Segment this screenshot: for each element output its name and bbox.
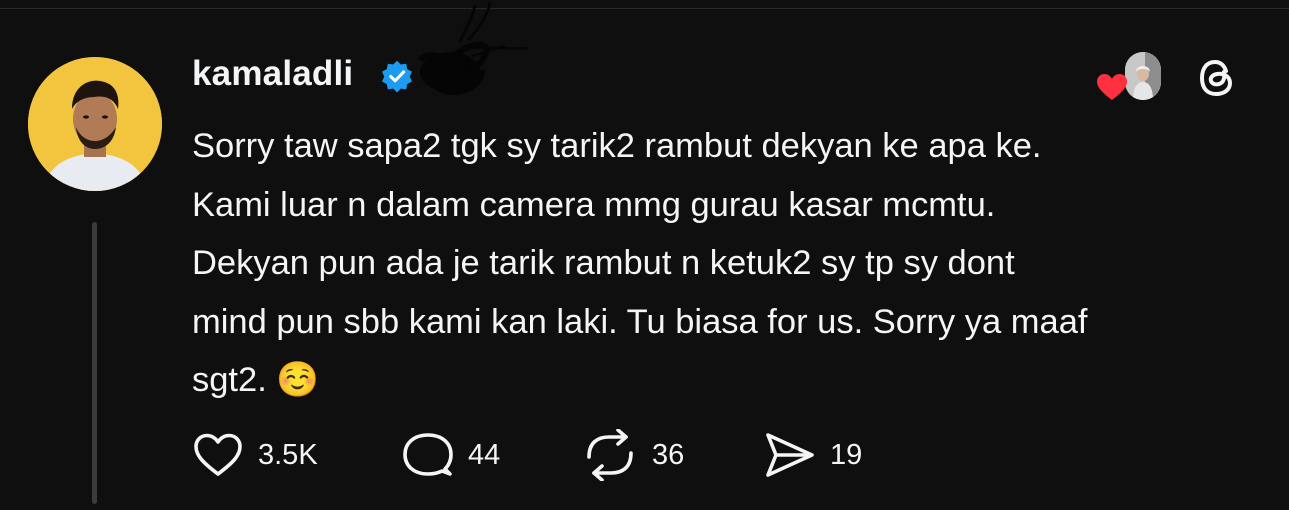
comment-bubble-icon	[403, 433, 453, 476]
send-icon	[766, 433, 814, 477]
like-button[interactable]: 3.5K	[192, 430, 318, 480]
like-count: 3.5K	[258, 438, 318, 471]
replier-avatar-photo	[1125, 52, 1161, 100]
repost-button[interactable]: 36	[582, 429, 685, 481]
reply-button[interactable]: 44	[402, 430, 500, 480]
thread-line	[92, 222, 97, 504]
redaction-scribble	[417, 1, 529, 95]
post-header-actions	[1095, 48, 1255, 108]
replier-avatar[interactable]	[1125, 52, 1161, 100]
share-button[interactable]: 19	[764, 430, 862, 480]
liked-heart-icon	[1097, 74, 1127, 100]
repost-icon	[587, 429, 633, 481]
threads-logo-icon[interactable]	[1195, 56, 1239, 100]
repost-count: 36	[652, 438, 685, 471]
post-body: Sorry taw sapa2 tgk sy tarik2 rambut dek…	[192, 127, 1088, 399]
author-avatar[interactable]	[28, 57, 162, 191]
avatar-photo	[28, 57, 162, 191]
heart-icon	[194, 433, 242, 476]
action-bar: 3.5K 44 36 19	[192, 429, 992, 481]
reply-count: 44	[468, 438, 501, 471]
verified-badge-icon	[382, 60, 412, 93]
share-count: 19	[830, 438, 863, 471]
username[interactable]: kamaladli	[192, 54, 353, 94]
top-divider	[0, 0, 1289, 9]
